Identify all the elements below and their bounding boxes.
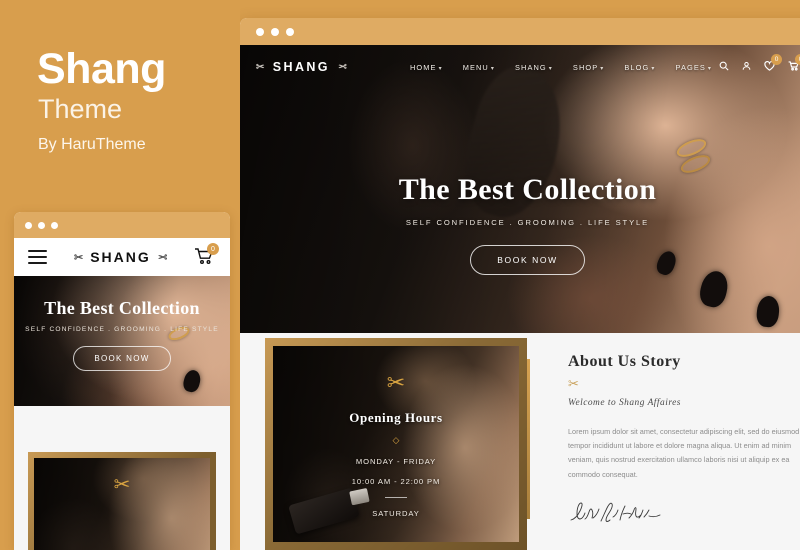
hero-subtitle: SELF CONFIDENCE . GROOMING . LIFE STYLE: [405, 218, 650, 227]
about-heading: About Us Story: [568, 353, 681, 370]
mobile-hero-title: The Best Collection: [44, 298, 200, 318]
menu-item-shop[interactable]: SHOP ▾: [573, 63, 604, 72]
mobile-titlebar: [14, 212, 230, 238]
page-title: Shang: [37, 45, 166, 93]
diamond-divider-icon: ◇: [392, 435, 400, 445]
desktop-titlebar: [240, 18, 800, 45]
chevron-down-icon: ▾: [548, 65, 553, 72]
navbar-icons: 0 0: [719, 54, 800, 73]
desktop-preview: ✂ SHANG ✂ HOME ▾ MENU ▾ SHANG ▾ SHOP ▾ B…: [240, 18, 800, 550]
hero-content: The Best Collection SELF CONFIDENCE . GR…: [240, 173, 800, 275]
window-dot-maximize[interactable]: [51, 221, 58, 229]
site-logo-text: SHANG: [272, 60, 330, 74]
cart-badge: 0: [795, 54, 800, 65]
about-welcome: Welcome to Shang Affaires: [568, 398, 681, 408]
mobile-site-logo[interactable]: ✂ SHANG ✂: [74, 249, 167, 265]
site-navbar: ✂ SHANG ✂ HOME ▾ MENU ▾ SHANG ▾ SHOP ▾ B…: [240, 45, 800, 89]
menu-label: PAGES: [675, 62, 706, 72]
chevron-down-icon: ▾: [707, 65, 713, 72]
about-paragraph: Lorem ipsum dolor sit amet, consectetur …: [568, 427, 800, 479]
content-section: ✂ Opening Hours ◇ MONDAY - FRIDAY 10:00 …: [240, 333, 800, 550]
mobile-hero-subtitle: SELF CONFIDENCE . GROOMING . LIFE STYLE: [25, 326, 219, 333]
promo-panel: Shang Theme By HaruTheme ✂ SHANG ✂ 0 The…: [0, 0, 240, 550]
mobile-hours-card: ✂: [28, 452, 216, 550]
mobile-navbar: ✂ SHANG ✂ 0: [14, 238, 230, 276]
mobile-hours-zone: ✂: [14, 442, 230, 550]
menu-item-pages[interactable]: PAGES ▾: [675, 63, 712, 72]
hero-title: The Best Collection: [398, 173, 657, 206]
wishlist-icon[interactable]: 0: [764, 54, 782, 73]
cart-icon[interactable]: 0: [788, 54, 800, 73]
weekday-time: 10:00 AM - 22:00 PM: [351, 477, 441, 486]
scissors-ornament-right-icon: ✂: [155, 251, 167, 264]
mobile-cart-icon[interactable]: 0: [194, 243, 219, 267]
mobile-hours-photo: ✂: [34, 458, 210, 550]
page-subtitle: Theme: [38, 94, 123, 124]
author-credit: By HaruTheme: [38, 136, 146, 153]
chevron-down-icon: ▾: [490, 65, 495, 72]
screenshot-root: Shang Theme By HaruTheme ✂ SHANG ✂ 0 The…: [0, 0, 800, 550]
window-dot-maximize[interactable]: [286, 27, 294, 36]
hamburger-menu-icon[interactable]: [28, 246, 47, 268]
menu-label: BLOG: [624, 62, 650, 72]
scissors-ornament-right-icon: ✂: [335, 61, 347, 73]
scissors-ornament-left-icon: ✂: [74, 251, 86, 264]
opening-hours-card: ✂ Opening Hours ◇ MONDAY - FRIDAY 10:00 …: [265, 338, 527, 550]
opening-hours-title: Opening Hours: [349, 410, 443, 425]
menu-label: SHANG: [515, 62, 547, 72]
menu-label: MENU: [462, 62, 489, 72]
wishlist-badge: 0: [771, 54, 782, 65]
about-us-block: About Us Story ✂ Welcome to Shang Affair…: [568, 353, 800, 531]
divider: [385, 497, 407, 498]
window-dot-close[interactable]: [256, 27, 264, 36]
window-dot-minimize[interactable]: [271, 27, 279, 36]
chevron-down-icon: ▾: [600, 65, 605, 72]
scissors-ornament-left-icon: ✂: [256, 61, 267, 73]
book-now-button[interactable]: BOOK NOW: [470, 245, 585, 275]
opening-hours-inner: ✂ Opening Hours ◇ MONDAY - FRIDAY 10:00 …: [273, 346, 519, 542]
mobile-preview: ✂ SHANG ✂ 0 The Best Collection SELF CON…: [14, 212, 230, 550]
menu-item-blog[interactable]: BLOG ▾: [624, 63, 655, 72]
site-logo[interactable]: ✂ SHANG ✂: [256, 60, 396, 74]
menu-item-menu[interactable]: MENU ▾: [463, 63, 495, 72]
mobile-cart-badge: 0: [207, 243, 219, 255]
mobile-hero: The Best Collection SELF CONFIDENCE . GR…: [14, 276, 230, 406]
scissors-icon: ✂: [113, 474, 131, 496]
search-icon[interactable]: [719, 61, 729, 73]
window-dot-close[interactable]: [25, 221, 32, 229]
chevron-down-icon: ▾: [438, 65, 443, 72]
mobile-book-now-button[interactable]: BOOK NOW: [73, 346, 171, 371]
weekday-label: MONDAY - FRIDAY: [355, 457, 437, 466]
saturday-label: SATURDAY: [372, 509, 420, 518]
menu-item-home[interactable]: HOME ▾: [410, 63, 443, 72]
chevron-down-icon: ▾: [651, 65, 656, 72]
scissors-icon: ✂: [386, 370, 406, 395]
menu-item-shang[interactable]: SHANG ▾: [515, 63, 553, 72]
menu-label: HOME: [410, 62, 437, 72]
opening-hours-text: ✂ Opening Hours ◇ MONDAY - FRIDAY 10:00 …: [273, 346, 519, 519]
main-menu: HOME ▾ MENU ▾ SHANG ▾ SHOP ▾ BLOG ▾ PAGE…: [396, 63, 719, 72]
mobile-hero-text: The Best Collection SELF CONFIDENCE . GR…: [14, 298, 230, 371]
menu-label: SHOP: [572, 62, 599, 72]
hero-section: ✂ SHANG ✂ HOME ▾ MENU ▾ SHANG ▾ SHOP ▾ B…: [240, 45, 800, 333]
mobile-spacer: [14, 406, 230, 442]
scissors-icon: ✂: [568, 376, 579, 391]
window-dot-minimize[interactable]: [38, 221, 45, 229]
mobile-logo-text: SHANG: [90, 249, 151, 265]
signature: [568, 496, 800, 531]
account-icon[interactable]: [742, 61, 751, 73]
